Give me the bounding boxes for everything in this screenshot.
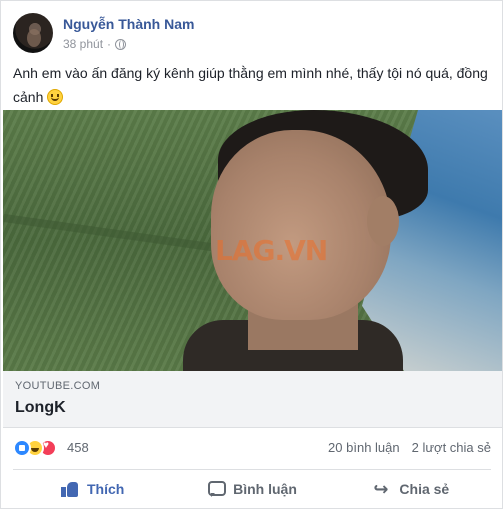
action-bar: Thích Bình luận ↪ Chia sẻ: [13, 473, 491, 505]
post-meta: 38 phút ·: [63, 37, 127, 51]
person-face: [211, 130, 391, 320]
share-label: Chia sẻ: [399, 481, 450, 497]
like-label: Thích: [86, 481, 125, 497]
globe-icon[interactable]: [115, 38, 127, 50]
engagement-stats: 20 bình luận 2 lượt chia sẻ: [328, 440, 491, 455]
watermark-logo: LAG.VN: [215, 234, 328, 267]
link-title[interactable]: LongK: [15, 399, 66, 417]
share-icon: ↪: [373, 479, 389, 499]
divider: [13, 469, 491, 470]
link-preview-image[interactable]: LAG.VN: [3, 110, 502, 371]
smiley-icon: [47, 89, 64, 105]
comment-icon: [207, 480, 227, 498]
like-icon: [13, 439, 31, 457]
reaction-icons[interactable]: [13, 439, 65, 457]
share-button[interactable]: ↪ Chia sẻ: [332, 473, 491, 505]
facebook-post: Nguyễn Thành Nam 38 phút · Anh em vào ấn…: [0, 0, 503, 509]
reaction-count[interactable]: 458: [67, 440, 89, 455]
share-count[interactable]: 2 lượt chia sẻ: [412, 440, 491, 455]
reactions-bar: 458 20 bình luận 2 lượt chia sẻ: [13, 437, 491, 461]
post-header: Nguyễn Thành Nam 38 phút ·: [13, 13, 493, 57]
like-button[interactable]: Thích: [13, 473, 172, 505]
post-time[interactable]: 38 phút: [63, 37, 103, 51]
author-name[interactable]: Nguyễn Thành Nam: [63, 16, 194, 32]
link-domain: YOUTUBE.COM: [15, 380, 101, 392]
link-caption[interactable]: YOUTUBE.COM LongK: [3, 371, 502, 428]
post-message: Anh em vào ấn đăng ký kênh giúp thằng em…: [13, 65, 488, 105]
post-text: Anh em vào ấn đăng ký kênh giúp thằng em…: [13, 61, 489, 109]
comment-label: Bình luận: [233, 481, 297, 497]
comment-button[interactable]: Bình luận: [172, 473, 331, 505]
thumbs-up-icon: [60, 480, 79, 498]
person-ear: [367, 196, 399, 246]
avatar[interactable]: [13, 13, 53, 53]
comment-count[interactable]: 20 bình luận: [328, 440, 400, 455]
